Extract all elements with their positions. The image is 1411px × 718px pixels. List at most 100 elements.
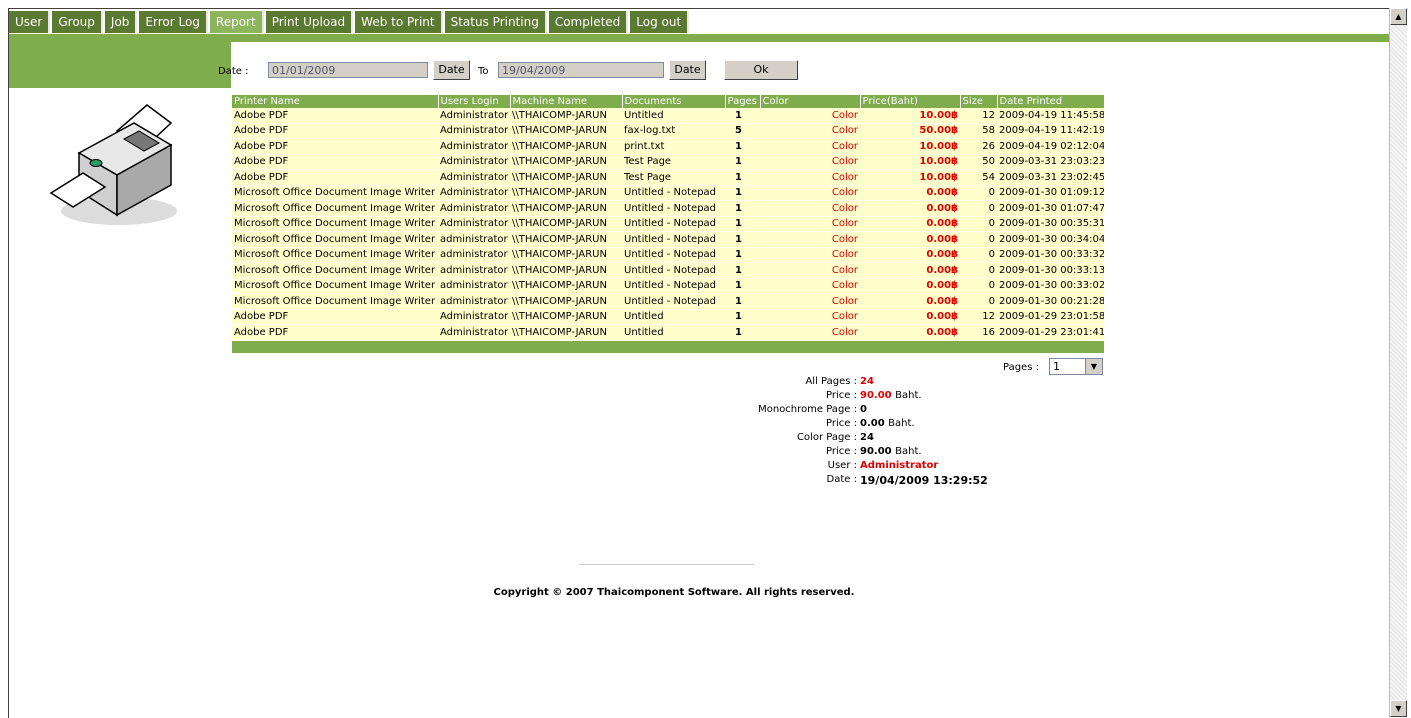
all-pages-label: All Pages :: [805, 376, 857, 387]
cell-size: 12: [960, 309, 997, 325]
cell-printer-name: Adobe PDF: [232, 169, 438, 186]
pages-select-value: 1: [1053, 360, 1060, 373]
cell-price: 0.00฿: [860, 278, 960, 294]
cell-printer-name: Adobe PDF: [232, 324, 438, 341]
col-date-printed[interactable]: Date Printed: [997, 95, 1105, 108]
footer-divider: [579, 564, 754, 565]
col-size[interactable]: Size: [960, 95, 998, 108]
cell-machine-name: \\THAICOMP-JARUN: [510, 278, 622, 294]
cell-users-login: Administrator: [438, 216, 510, 232]
table-row[interactable]: Adobe PDF Administrator \\THAICOMP-JARUN Un…: [232, 108, 1104, 124]
table-row[interactable]: Microsoft Office Document Image Writer Ad…: [232, 185, 1104, 201]
cell-date-printed: 2009-01-29 23:01:58: [997, 309, 1104, 325]
cell-document: Test Page: [622, 154, 725, 170]
table-row[interactable]: Microsoft Office Document Image Writer Ad…: [232, 200, 1104, 217]
cell-printer-name: Microsoft Office Document Image Writer: [232, 262, 438, 279]
cell-printer-name: Microsoft Office Document Image Writer: [232, 185, 438, 201]
cell-date-printed: 2009-01-30 00:33:13: [997, 262, 1104, 279]
cell-users-login: Administrator: [438, 123, 510, 139]
table-row[interactable]: Adobe PDF Administrator \\THAICOMP-JARUN Un…: [232, 324, 1104, 341]
arrow-up-icon[interactable]: ▲: [1390, 8, 1407, 25]
cell-pages: 1: [725, 324, 760, 341]
cell-size: 0: [960, 293, 997, 310]
cell-date-printed: 2009-04-19 11:42:19: [997, 123, 1104, 139]
color-page-value: 24: [860, 432, 874, 443]
mono-price-value: 0.00: [860, 418, 885, 429]
mono-page-label: Monochrome Page :: [758, 404, 857, 415]
cell-machine-name: \\THAICOMP-JARUN: [510, 309, 622, 325]
cell-size: 0: [960, 278, 997, 294]
col-machine-name[interactable]: Machine Name: [510, 95, 623, 108]
table-row[interactable]: Adobe PDF Administrator \\THAICOMP-JARUN Te…: [232, 154, 1104, 170]
cell-users-login: Administrator: [438, 108, 510, 124]
all-pages-value: 24: [860, 376, 874, 387]
table-header-row: Printer Name Users Login Machine Name Do…: [232, 95, 1105, 108]
arrow-down-icon[interactable]: ▼: [1390, 700, 1407, 717]
col-price[interactable]: Price(Baht): [860, 95, 961, 108]
to-date-button[interactable]: Date: [669, 60, 706, 80]
col-documents[interactable]: Documents: [622, 95, 726, 108]
table-row[interactable]: Microsoft Office Document Image Writer ad…: [232, 278, 1104, 294]
cell-date-printed: 2009-01-30 00:34:04: [997, 231, 1104, 248]
cell-document: Untitled - Notepad: [622, 216, 725, 232]
tab-status-printing[interactable]: Status Printing: [444, 11, 547, 33]
cell-document: Untitled: [622, 309, 725, 325]
table-row[interactable]: Microsoft Office Document Image Writer ad…: [232, 231, 1104, 248]
cell-size: 0: [960, 200, 997, 217]
table-row[interactable]: Microsoft Office Document Image Writer ad…: [232, 293, 1104, 310]
cell-printer-name: Microsoft Office Document Image Writer: [232, 278, 438, 294]
cell-date-printed: 2009-01-30 00:33:02: [997, 278, 1104, 294]
table-row[interactable]: Adobe PDF Administrator \\THAICOMP-JARUN Te…: [232, 169, 1104, 186]
col-users-login[interactable]: Users Login: [438, 95, 511, 108]
cell-printer-name: Adobe PDF: [232, 309, 438, 325]
cell-machine-name: \\THAICOMP-JARUN: [510, 324, 622, 341]
mono-price-label: Price :: [826, 418, 857, 429]
tab-completed[interactable]: Completed: [548, 11, 629, 33]
cell-price: 50.00฿: [860, 123, 960, 139]
tab-error-log[interactable]: Error Log: [139, 11, 208, 33]
cell-document: fax-log.txt: [622, 123, 725, 139]
cell-users-login: Administrator: [438, 185, 510, 201]
mono-page-value: 0: [860, 404, 867, 415]
table-row[interactable]: Microsoft Office Document Image Writer Ad…: [232, 216, 1104, 232]
table-row[interactable]: Microsoft Office Document Image Writer ad…: [232, 247, 1104, 263]
cell-size: 0: [960, 185, 997, 201]
cell-document: Test Page: [622, 169, 725, 186]
tab-report[interactable]: Report: [209, 11, 264, 33]
cell-color: Color: [760, 169, 860, 186]
cell-pages: 1: [725, 108, 760, 124]
col-pages[interactable]: Pages: [725, 95, 761, 108]
cell-price: 0.00฿: [860, 200, 960, 217]
table-row[interactable]: Adobe PDF Administrator \\THAICOMP-JARUN Un…: [232, 309, 1104, 325]
to-date-field[interactable]: 19/04/2009: [498, 62, 664, 78]
table-row[interactable]: Adobe PDF Administrator \\THAICOMP-JARUN pr…: [232, 138, 1104, 155]
tab-job[interactable]: Job: [104, 11, 138, 33]
from-date-button[interactable]: Date: [433, 60, 470, 80]
vertical-scrollbar[interactable]: ▲ ▼: [1389, 8, 1407, 717]
cell-price: 10.00฿: [860, 138, 960, 155]
ok-button[interactable]: Ok: [724, 60, 798, 80]
pages-select[interactable]: 1 ▼: [1049, 358, 1103, 375]
from-date-field[interactable]: 01/01/2009: [268, 62, 428, 78]
col-printer-name[interactable]: Printer Name: [232, 95, 439, 108]
table-row[interactable]: Adobe PDF Administrator \\THAICOMP-JARUN fa…: [232, 123, 1104, 139]
tab-user[interactable]: User: [9, 11, 51, 33]
tab-web-to-print[interactable]: Web to Print: [355, 11, 443, 33]
chevron-down-icon[interactable]: ▼: [1085, 359, 1102, 374]
cell-printer-name: Microsoft Office Document Image Writer: [232, 200, 438, 217]
col-color[interactable]: Color: [760, 95, 861, 108]
cell-price: 0.00฿: [860, 216, 960, 232]
table-row[interactable]: Microsoft Office Document Image Writer ad…: [232, 262, 1104, 279]
tab-print-upload[interactable]: Print Upload: [265, 11, 354, 33]
cell-machine-name: \\THAICOMP-JARUN: [510, 138, 622, 155]
cell-document: Untitled - Notepad: [622, 262, 725, 279]
cell-pages: 1: [725, 138, 760, 155]
color-price-row: 90.00 Baht.: [860, 446, 922, 457]
tab-group[interactable]: Group: [52, 11, 103, 33]
cell-document: print.txt: [622, 138, 725, 155]
cell-pages: 5: [725, 123, 760, 139]
tab-log-out[interactable]: Log out: [630, 11, 690, 33]
cell-size: 26: [960, 138, 997, 155]
cell-date-printed: 2009-03-31 23:03:23: [997, 154, 1104, 170]
cell-pages: 1: [725, 293, 760, 310]
